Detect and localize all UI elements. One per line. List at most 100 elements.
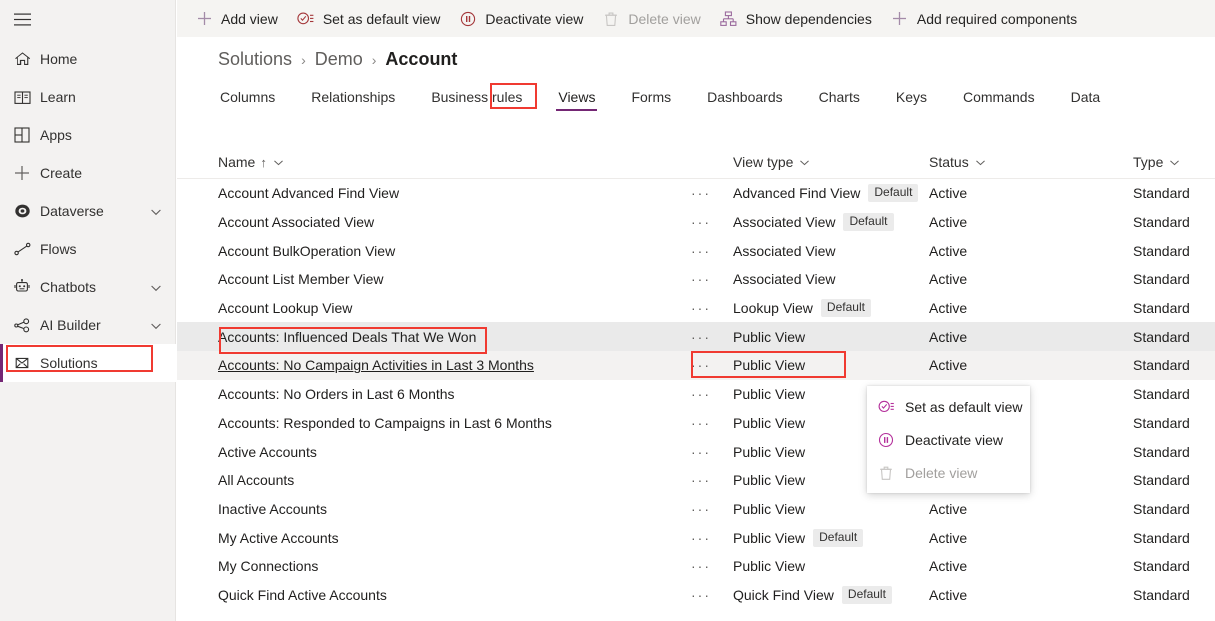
view-name-link[interactable]: Account BulkOperation View <box>218 243 395 259</box>
chevron-down-icon[interactable] <box>150 281 162 293</box>
row-overflow-menu-button[interactable]: ··· <box>691 351 721 380</box>
row-overflow-menu-button[interactable]: ··· <box>691 294 721 323</box>
cell-name[interactable]: Active Accounts <box>218 437 317 466</box>
row-overflow-menu-button[interactable]: ··· <box>691 322 721 351</box>
table-row[interactable]: Active Accounts···Public ViewActiveStand… <box>177 437 1215 466</box>
row-overflow-menu-button[interactable]: ··· <box>691 409 721 438</box>
table-row[interactable]: My Connections ··· Public View Active Standa… <box>177 552 1215 581</box>
view-name-link[interactable]: Accounts: No Campaign Activities in Last… <box>218 357 534 373</box>
show-dependencies-button[interactable]: Show dependencies <box>716 0 881 37</box>
view-name-link[interactable]: My Connections <box>218 558 318 574</box>
tab-columns[interactable]: Columns <box>218 85 277 113</box>
cell-name[interactable]: Accounts: No Campaign Activities in Last… <box>218 351 534 380</box>
row-overflow-menu-button[interactable]: ··· <box>691 265 721 294</box>
view-name-link[interactable]: Active Accounts <box>218 444 317 460</box>
cell-name[interactable]: All Accounts <box>218 466 294 495</box>
sidebar-item-learn[interactable]: Learn <box>0 78 176 116</box>
breadcrumb-item-demo[interactable]: Demo <box>315 49 363 70</box>
cell-name[interactable]: My Active Accounts <box>218 523 339 552</box>
row-overflow-menu-button[interactable]: ··· <box>691 208 721 237</box>
table-row[interactable]: Inactive Accounts ··· Public View Active Sta… <box>177 495 1215 524</box>
tab-charts[interactable]: Charts <box>817 85 862 113</box>
set-as-default-view-button[interactable]: Set as default view <box>293 0 450 37</box>
column-header-type[interactable]: Type <box>1133 145 1180 179</box>
sidebar-item-create[interactable]: Create <box>0 154 176 192</box>
tab-commands[interactable]: Commands <box>961 85 1037 113</box>
cell-name[interactable]: Inactive Accounts <box>218 495 327 524</box>
row-overflow-menu-button[interactable]: ··· <box>691 523 721 552</box>
view-name-link[interactable]: Accounts: Influenced Deals That We Won <box>218 329 476 345</box>
view-name-link[interactable]: My Active Accounts <box>218 530 339 546</box>
view-name-link[interactable]: Account Advanced Find View <box>218 185 399 201</box>
add-required-components-button[interactable]: Add required components <box>887 0 1086 37</box>
table-row[interactable]: Account Associated View ··· Associated Vie… <box>177 208 1215 237</box>
tab-relationships[interactable]: Relationships <box>309 85 397 113</box>
row-overflow-menu-button[interactable]: ··· <box>691 437 721 466</box>
sidebar-item-solutions[interactable]: Solutions <box>0 344 176 382</box>
cell-name[interactable]: Accounts: Influenced Deals That We Won <box>218 322 476 351</box>
tab-data[interactable]: Data <box>1069 85 1103 113</box>
cell-name[interactable]: Accounts: Responded to Campaigns in Last… <box>218 409 552 438</box>
table-row[interactable]: Quick Find Active Accounts ··· Quick Find … <box>177 581 1215 610</box>
view-name-link[interactable]: Quick Find Active Accounts <box>218 587 387 603</box>
cell-name[interactable]: Quick Find Active Accounts <box>218 581 387 610</box>
chevron-down-icon[interactable] <box>150 205 162 217</box>
chevron-down-icon[interactable] <box>273 157 284 168</box>
view-name-link[interactable]: Account List Member View <box>218 271 383 287</box>
view-name-link[interactable]: Account Lookup View <box>218 300 352 316</box>
table-row[interactable]: My Active Accounts ··· Public View Default A… <box>177 523 1215 552</box>
deactivate-view-button[interactable]: Deactivate view <box>455 0 592 37</box>
cell-name[interactable]: Account Lookup View <box>218 294 352 323</box>
table-row[interactable]: Accounts: Responded to Campaigns in Last… <box>177 409 1215 438</box>
cell-name[interactable]: Account Advanced Find View <box>218 179 399 208</box>
chevron-down-icon[interactable] <box>150 319 162 331</box>
sidebar-item-chatbots[interactable]: Chatbots <box>0 268 176 306</box>
hamburger-menu-button[interactable] <box>0 0 176 38</box>
row-overflow-menu-button[interactable]: ··· <box>691 552 721 581</box>
row-overflow-menu-button[interactable]: ··· <box>691 236 721 265</box>
table-row[interactable]: All Accounts···Public ViewActiveStandard <box>177 466 1215 495</box>
column-header-name[interactable]: Name ↑ <box>218 145 284 179</box>
row-overflow-menu-button[interactable]: ··· <box>691 380 721 409</box>
sidebar-item-dataverse[interactable]: Dataverse <box>0 192 176 230</box>
cell-name[interactable]: Account List Member View <box>218 265 383 294</box>
chevron-down-icon[interactable] <box>1169 157 1180 168</box>
add-view-button[interactable]: Add view <box>191 0 287 37</box>
view-name-link[interactable]: Account Associated View <box>218 214 374 230</box>
row-overflow-menu-button[interactable]: ··· <box>691 581 721 610</box>
cell-name[interactable]: My Connections <box>218 552 318 581</box>
sidebar-item-home[interactable]: Home <box>0 40 176 78</box>
sidebar-item-ai-builder[interactable]: AI Builder <box>0 306 176 344</box>
view-name-link[interactable]: Accounts: No Orders in Last 6 Months <box>218 386 455 402</box>
table-row[interactable]: Accounts: Influenced Deals That We Won ··… <box>177 322 1215 352</box>
cell-name[interactable]: Account Associated View <box>218 208 374 237</box>
table-row[interactable]: Accounts: No Orders in Last 6 Months ··· P… <box>177 380 1215 409</box>
view-name-link[interactable]: Accounts: Responded to Campaigns in Last… <box>218 415 552 431</box>
tab-views[interactable]: Views <box>556 85 598 113</box>
cell-name[interactable]: Account BulkOperation View <box>218 236 395 265</box>
cell-name[interactable]: Accounts: No Orders in Last 6 Months <box>218 380 455 409</box>
menu-item-set-as-default-view[interactable]: Set as default view <box>867 390 1030 423</box>
sidebar-item-apps[interactable]: Apps <box>0 116 176 154</box>
menu-item-deactivate-view[interactable]: Deactivate view <box>867 423 1030 456</box>
row-overflow-menu-button[interactable]: ··· <box>691 466 721 495</box>
row-overflow-menu-button[interactable]: ··· <box>691 495 721 524</box>
column-header-view-type[interactable]: View type <box>733 145 810 179</box>
tab-business-rules[interactable]: Business rules <box>429 85 524 113</box>
view-name-link[interactable]: All Accounts <box>218 472 294 488</box>
table-row[interactable]: Accounts: No Campaign Activities in Last… <box>177 351 1215 380</box>
tab-forms[interactable]: Forms <box>629 85 673 113</box>
breadcrumb-item-solutions[interactable]: Solutions <box>218 49 292 70</box>
sidebar-item-flows[interactable]: Flows <box>0 230 176 268</box>
tab-dashboards[interactable]: Dashboards <box>705 85 785 113</box>
table-row[interactable]: Account List Member View ··· Associated Vi… <box>177 265 1215 294</box>
column-header-status[interactable]: Status <box>929 145 986 179</box>
table-row[interactable]: Account Advanced Find View ··· Advanced Fi… <box>177 179 1215 208</box>
chevron-down-icon[interactable] <box>799 157 810 168</box>
chevron-down-icon[interactable] <box>975 157 986 168</box>
row-overflow-menu-button[interactable]: ··· <box>691 179 721 208</box>
tab-keys[interactable]: Keys <box>894 85 929 113</box>
view-name-link[interactable]: Inactive Accounts <box>218 501 327 517</box>
table-row[interactable]: Account Lookup View ··· Lookup View Default… <box>177 294 1215 323</box>
table-row[interactable]: Account BulkOperation View ··· Associated … <box>177 236 1215 265</box>
